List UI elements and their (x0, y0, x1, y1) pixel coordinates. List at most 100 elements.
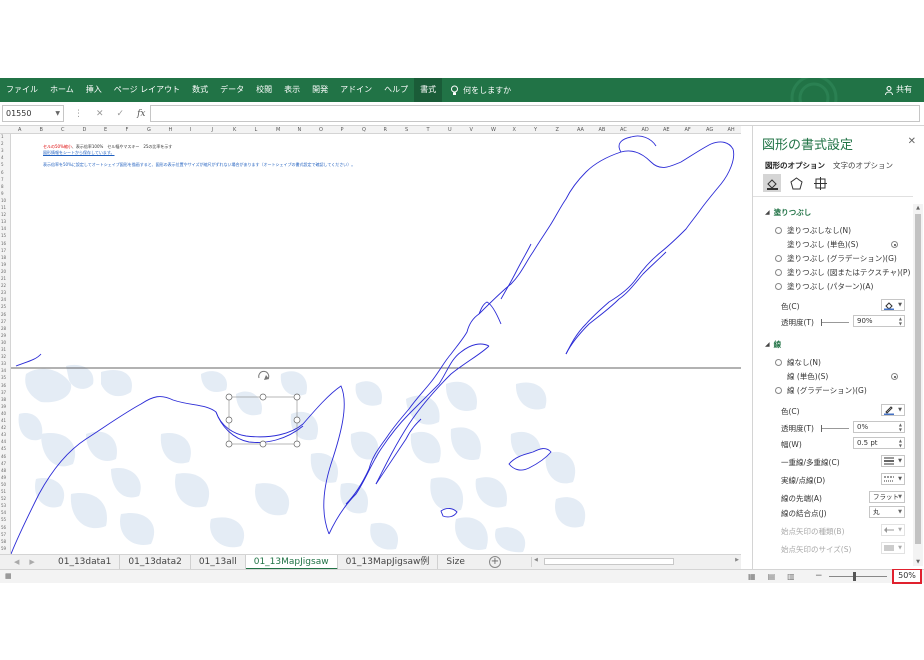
row-header[interactable]: 13 (1, 219, 6, 224)
row-header[interactable]: 40 (1, 411, 6, 416)
enter-icon[interactable]: ✓ (117, 109, 125, 119)
column-header[interactable]: AG (706, 126, 713, 134)
row-header[interactable]: 31 (1, 347, 6, 352)
insert-function-icon[interactable]: fx (137, 109, 145, 119)
row-header[interactable]: 29 (1, 333, 6, 338)
share-button[interactable]: 共有 (885, 78, 912, 102)
sheet-tab-active[interactable]: 01_13MapJigsaw (245, 554, 338, 570)
row-header[interactable]: 4 (1, 155, 4, 160)
row-header[interactable]: 32 (1, 354, 6, 359)
row-header[interactable]: 5 (1, 162, 4, 167)
page-layout-view-icon[interactable]: ▤ (768, 572, 776, 581)
row-header[interactable]: 15 (1, 233, 6, 238)
row-header[interactable]: 33 (1, 361, 6, 366)
rotate-handle-icon[interactable] (258, 370, 270, 380)
row-header[interactable]: 35 (1, 375, 6, 380)
scroll-left-icon[interactable]: ◀ (534, 557, 538, 563)
row-header[interactable]: 28 (1, 326, 6, 331)
row-header[interactable]: 48 (1, 468, 6, 473)
row-header[interactable]: 57 (1, 532, 6, 537)
column-header[interactable]: L (255, 126, 258, 134)
tab-view[interactable]: 表示 (278, 78, 306, 102)
tell-me-box[interactable]: 何をしますか (450, 85, 511, 96)
row-header[interactable]: 12 (1, 212, 6, 217)
sheet-tab[interactable]: 01_13data1 (50, 554, 121, 570)
row-header[interactable]: 1 (1, 134, 4, 139)
sheet-area[interactable]: セルの50%縮小、表示倍率100% セル幅やマスキー 25の比率を示す 図形情報… (11, 134, 741, 554)
row-header[interactable]: 56 (1, 525, 6, 530)
row-header[interactable]: 14 (1, 226, 6, 231)
begin-arrow-size-button[interactable]: ▼ (881, 542, 905, 554)
resize-handle[interactable] (225, 440, 233, 448)
column-header[interactable]: Y (534, 126, 537, 134)
tab-file[interactable]: ファイル (0, 78, 44, 102)
sheet-tab[interactable]: 01_13all (191, 554, 246, 570)
column-header[interactable]: E (104, 126, 107, 134)
row-header[interactable]: 47 (1, 461, 6, 466)
formula-input[interactable] (150, 105, 920, 122)
row-header[interactable]: 38 (1, 397, 6, 402)
resize-handle[interactable] (293, 440, 301, 448)
row-header[interactable]: 19 (1, 262, 6, 267)
fill-section-header[interactable]: ◢ 塗りつぶし (765, 207, 811, 218)
add-sheet-icon[interactable]: + (488, 556, 501, 568)
column-header[interactable]: C (61, 126, 65, 134)
column-header[interactable]: M (276, 126, 280, 134)
column-header[interactable]: J (212, 126, 213, 134)
row-header[interactable]: 22 (1, 283, 6, 288)
column-header[interactable]: W (491, 126, 496, 134)
row-header[interactable]: 36 (1, 383, 6, 388)
tab-insert[interactable]: 挿入 (80, 78, 108, 102)
column-header[interactable]: AH (728, 126, 735, 134)
row-header[interactable]: 18 (1, 255, 6, 260)
row-header[interactable]: 10 (1, 198, 6, 203)
tab-review[interactable]: 校閲 (250, 78, 278, 102)
fill-transparency-slider[interactable] (821, 319, 849, 326)
next-sheet-icon[interactable]: ▶ (29, 558, 34, 566)
horizontal-scrollbar[interactable]: ◀ ▶ (531, 557, 741, 567)
name-box[interactable]: 01550 ▼ (2, 105, 64, 122)
row-header[interactable]: 53 (1, 503, 6, 508)
tab-data[interactable]: データ (214, 78, 250, 102)
sheet-tab[interactable]: 01_13MapJigsaw例 (338, 554, 439, 570)
fill-option-pattern[interactable]: 塗りつぶし (パターン)(A) (775, 281, 873, 292)
column-header[interactable]: G (147, 126, 151, 134)
tab-format[interactable]: 書式 (414, 78, 443, 102)
chevron-down-icon[interactable]: ▼ (55, 106, 60, 121)
prev-sheet-icon[interactable]: ◀ (14, 558, 19, 566)
column-header[interactable]: T (427, 126, 430, 134)
normal-view-icon[interactable]: ▦ (748, 572, 756, 581)
zoom-knob[interactable] (852, 571, 856, 581)
column-header[interactable]: AA (577, 126, 584, 134)
row-header[interactable]: 39 (1, 404, 6, 409)
fill-option-solid[interactable]: 塗りつぶし (単色)(S) (775, 239, 898, 250)
resize-handle[interactable] (259, 393, 267, 401)
row-header[interactable]: 27 (1, 319, 6, 324)
line-transparency-slider[interactable] (821, 425, 849, 432)
column-header[interactable]: U (448, 126, 452, 134)
fill-line-icon[interactable] (763, 174, 781, 192)
column-header[interactable]: AF (685, 126, 691, 134)
row-header[interactable]: 6 (1, 170, 4, 175)
row-header[interactable]: 26 (1, 312, 6, 317)
row-header[interactable]: 8 (1, 184, 4, 189)
column-header[interactable]: Q (362, 126, 366, 134)
sheet-tab[interactable]: Size (438, 555, 472, 570)
page-break-view-icon[interactable]: ▥ (787, 572, 795, 581)
column-header[interactable]: A (18, 126, 21, 134)
column-header[interactable]: D (83, 126, 87, 134)
tab-help[interactable]: ヘルプ (378, 78, 414, 102)
line-section-header[interactable]: ◢ 線 (765, 339, 781, 350)
column-header[interactable]: X (513, 126, 516, 134)
row-header[interactable]: 45 (1, 446, 6, 451)
row-header[interactable]: 49 (1, 475, 6, 480)
close-icon[interactable]: ✕ (908, 136, 916, 147)
tab-home[interactable]: ホーム (44, 78, 80, 102)
scroll-thumb[interactable] (544, 558, 674, 565)
line-color-button[interactable]: ▼ (881, 404, 905, 416)
tab-addins[interactable]: アドイン (334, 78, 378, 102)
column-header[interactable]: I (190, 126, 191, 134)
row-header[interactable]: 34 (1, 368, 6, 373)
column-header[interactable]: Z (556, 126, 559, 134)
map-canvas[interactable] (11, 134, 741, 554)
